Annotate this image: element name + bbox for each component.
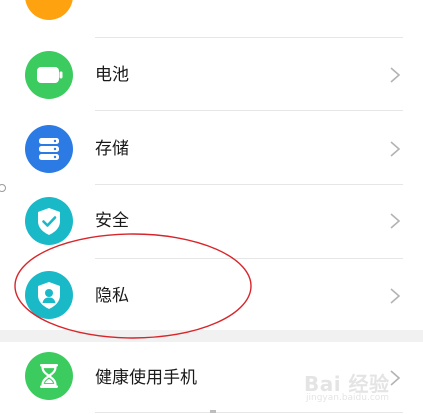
battery-icon	[25, 51, 73, 99]
settings-item-storage[interactable]: 存储	[0, 111, 423, 184]
settings-item-security[interactable]: 安全	[0, 185, 423, 258]
chevron-right-icon	[390, 213, 401, 229]
settings-item-label: 健康使用手机	[95, 368, 197, 388]
chevron-right-icon	[390, 288, 401, 304]
settings-item-label: 隐私	[95, 286, 129, 306]
settings-item-label: 存储	[95, 139, 129, 159]
storage-icon	[25, 125, 73, 173]
divider	[95, 412, 403, 413]
privacy-shield-icon	[25, 271, 73, 319]
chevron-right-icon	[390, 67, 401, 83]
section-separator	[0, 330, 423, 342]
security-shield-icon	[25, 197, 73, 245]
settings-item-label: 安全	[95, 211, 129, 231]
hourglass-icon	[25, 352, 73, 400]
settings-item-digital-balance[interactable]: 健康使用手机	[0, 342, 423, 415]
chevron-right-icon	[390, 141, 401, 157]
settings-item-privacy[interactable]: 隐私	[0, 259, 423, 332]
chevron-right-icon	[390, 370, 401, 386]
settings-item-battery[interactable]: 电池	[0, 38, 423, 111]
partial-settings-icon	[25, 0, 73, 20]
settings-item-label: 电池	[95, 65, 129, 85]
bottom-mark	[210, 410, 216, 413]
settings-screen: 电池 存储 安全 隐私 健康使用手机 Bai 经验 jingyan.baidu.…	[0, 0, 423, 415]
